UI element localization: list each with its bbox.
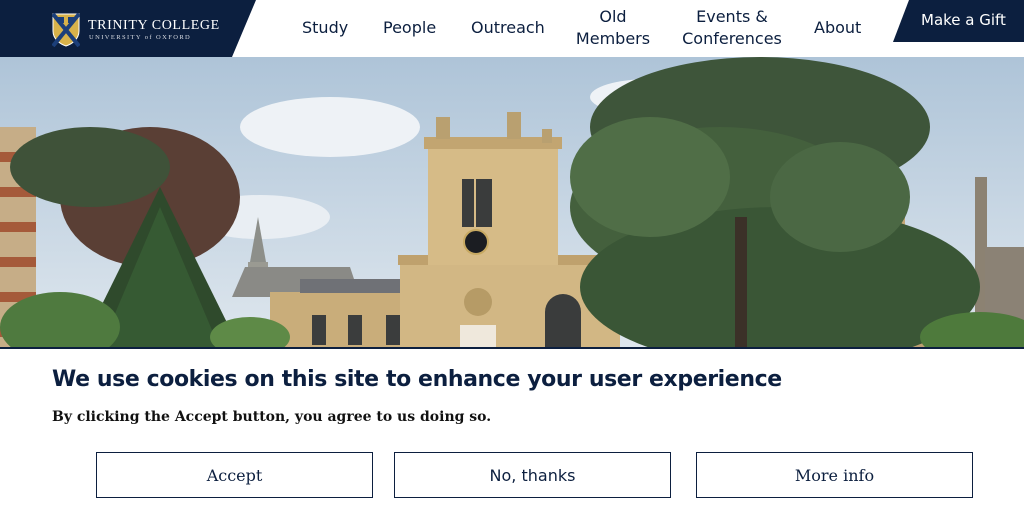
logo-title: TRINITY COLLEGE <box>88 18 220 33</box>
cookie-banner-title: We use cookies on this site to enhance y… <box>52 367 782 392</box>
nav-label: People <box>383 18 437 37</box>
nav-people[interactable]: People <box>383 17 436 39</box>
cookie-banner-text: By clicking the Accept button, you agree… <box>52 409 492 425</box>
make-a-gift-label: Make a Gift <box>921 11 1006 29</box>
no-thanks-button[interactable]: No, thanks <box>394 452 671 498</box>
nav-events-conferences[interactable]: Events & Conferences <box>682 6 782 50</box>
nav-old-members[interactable]: Old Members <box>574 6 652 50</box>
nav-label-line2: Members <box>575 29 651 48</box>
nav-about[interactable]: About <box>814 17 861 39</box>
nav-label-line1: Old <box>599 7 627 26</box>
college-building-photo <box>0 57 1024 349</box>
more-info-button[interactable]: More info <box>696 452 973 498</box>
nav-label: Study <box>302 18 349 37</box>
cookie-banner: We use cookies on this site to enhance y… <box>0 347 1024 512</box>
hero-image <box>0 57 1024 349</box>
nav-label: About <box>814 18 862 37</box>
nav-outreach[interactable]: Outreach <box>471 17 545 39</box>
nav-label-line1: Events & <box>696 7 768 26</box>
logo-subtitle: UNIVERSITY of OXFORD <box>89 34 192 41</box>
site-header: TRINITY COLLEGE UNIVERSITY of OXFORD Stu… <box>0 0 1024 57</box>
accept-button[interactable]: Accept <box>96 452 373 498</box>
nav-label: Outreach <box>471 18 545 37</box>
nav-study[interactable]: Study <box>302 17 348 39</box>
nav-label-line2: Conferences <box>682 29 782 48</box>
college-crest-icon <box>52 13 80 47</box>
